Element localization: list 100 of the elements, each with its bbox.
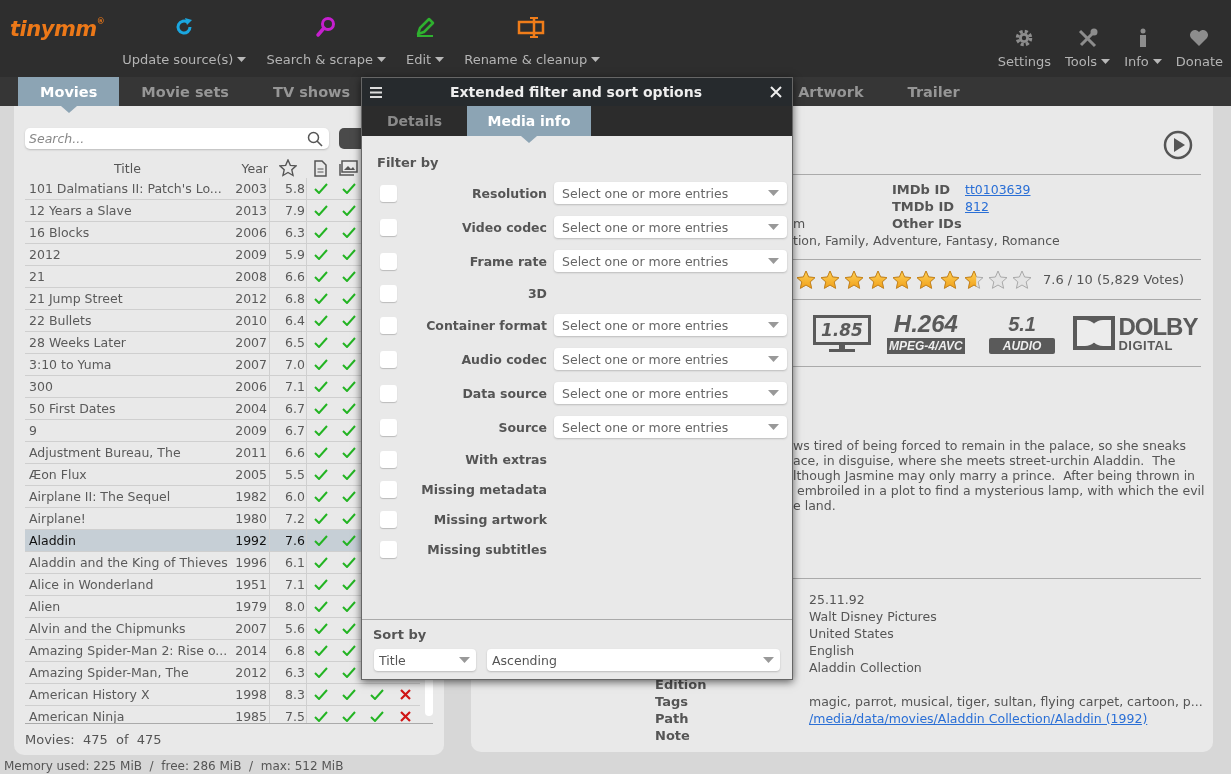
table-cell-text: 300 [28, 379, 54, 394]
table-cell-text: 8.0 [284, 597, 306, 616]
tab-pointer-icon [521, 136, 537, 143]
dropdown[interactable]: Select one or more entries [554, 416, 787, 438]
checkbox[interactable] [380, 350, 397, 368]
table-cell-text: 8.3 [284, 685, 306, 704]
filter-label: Source [497, 419, 547, 435]
checkbox[interactable] [380, 218, 397, 236]
table-cell-text: 7.0 [284, 355, 306, 374]
checkbox[interactable] [380, 450, 397, 468]
plot-text: ace, in disguise, where she meets street-urchin Aladdin. The [793, 453, 1177, 468]
checkbox[interactable] [380, 480, 397, 498]
section-heading: Filter by [377, 155, 440, 170]
video-codec-badge: H.264 MPEG-4/AVC [886, 312, 965, 354]
heart-icon [1189, 29, 1210, 47]
menu-icon[interactable] [370, 86, 382, 98]
field-value: 25.11.92 [809, 591, 866, 608]
tab[interactable]: Details [362, 106, 467, 136]
audio-channels-badge: 5.1 AUDIO [988, 312, 1056, 354]
caret-icon [768, 356, 779, 362]
checkbox[interactable] [380, 284, 397, 302]
caret-icon [768, 190, 779, 196]
table-cell: 2006 [230, 221, 270, 244]
toolbar-button[interactable]: Edit [406, 0, 445, 77]
table-cell-text: Aladdin and the King of Thieves [28, 555, 229, 570]
detail-text: m [793, 215, 807, 232]
caret-icon [768, 424, 779, 430]
id-label: IMDb ID [892, 181, 952, 198]
tab[interactable]: Artwork [798, 77, 886, 106]
column-header[interactable]: Year [230, 160, 270, 176]
search-icon [315, 16, 338, 38]
tab[interactable]: Movie sets [119, 77, 251, 106]
table-cell-text: 6.7 [284, 399, 306, 418]
checkbox[interactable] [380, 418, 397, 436]
column-header[interactable]: Title [25, 160, 230, 176]
toolbar-button[interactable]: Tools [1065, 0, 1111, 77]
checkbox[interactable] [380, 184, 397, 202]
table-cell-text: 6.3 [284, 223, 306, 242]
play-icon[interactable] [1163, 130, 1193, 160]
table-cell: 1982 [230, 485, 270, 508]
dropdown[interactable]: Select one or more entries [554, 250, 787, 272]
toolbar-button[interactable]: Donate [1175, 0, 1223, 77]
table-cell-text: 3:10 to Yuma [28, 357, 113, 372]
table-cell-text: 50 First Dates [28, 401, 117, 416]
toolbar-button[interactable]: Settings [997, 0, 1052, 77]
dropdown[interactable]: Select one or more entries [554, 182, 787, 204]
close-icon[interactable] [770, 86, 782, 98]
filter-label: With extras [464, 451, 547, 467]
toolbar-button[interactable]: Update source(s) [122, 0, 247, 77]
table-cell: 1979 [230, 595, 270, 618]
id-link[interactable]: 812 [965, 198, 1201, 215]
table-cell: 2012 [230, 287, 270, 310]
tab[interactable]: TV shows [251, 77, 373, 106]
info-icon [1137, 28, 1148, 48]
toolbar-button[interactable]: Rename & cleanup [464, 0, 601, 77]
caret-icon [768, 322, 779, 328]
genres-text: tion, Family, Adventure, Fantasy, Romance [793, 232, 1061, 249]
table-cell-text: 6.7 [284, 421, 306, 440]
id-link[interactable]: tt0103639 [965, 181, 1201, 198]
dropdown[interactable]: Select one or more entries [554, 382, 787, 404]
app-logo: tinymm$^{®}$ [10, 17, 105, 41]
table-row[interactable]: American Ninja 1985 7.5 [25, 706, 420, 723]
table-cell: 2010 [230, 309, 270, 332]
dropdown[interactable]: Select one or more entries [554, 216, 787, 238]
table-cell-text: 6.0 [284, 487, 306, 506]
search-field[interactable]: Search... [25, 128, 329, 149]
dropdown[interactable]: Ascending [487, 649, 780, 671]
field-value: United States [809, 625, 895, 642]
dropdown[interactable]: Select one or more entries [554, 348, 787, 370]
table-cell-text: Amazing Spider-Man, The [28, 665, 190, 680]
table-cell-text: Alice in Wonderland [28, 577, 155, 592]
toolbar-button[interactable]: Info [1124, 0, 1162, 77]
table-cell: 2009 [230, 419, 270, 442]
table-cell: 1951 [230, 573, 270, 596]
table-cell: 2007 [230, 617, 270, 640]
field-value: Aladdin Collection [809, 659, 923, 676]
table-cell-text: Alien [28, 599, 62, 614]
dropdown[interactable]: Select one or more entries [554, 314, 787, 336]
field-label: Tags [655, 693, 689, 710]
dropdown[interactable]: Title [374, 649, 476, 671]
checkbox[interactable] [380, 510, 397, 528]
table-row[interactable]: American History X 1998 8.3 [25, 684, 420, 706]
table-cell-text: 21 [28, 269, 46, 284]
id-label: Other IDs [892, 215, 963, 232]
toolbar-button[interactable]: Search & scrape [266, 0, 386, 77]
checkbox[interactable] [380, 252, 397, 270]
checkbox[interactable] [380, 316, 397, 334]
table-cell: 2005 [230, 463, 270, 486]
filter-label: Container format [425, 317, 547, 333]
table-cell-text: 22 Bullets [28, 313, 93, 328]
path-link[interactable]: /media/data/movies/Aladdin Collection/Aladdin (1992) [809, 710, 1213, 727]
checkbox[interactable] [380, 384, 397, 402]
field-label: Path [655, 710, 690, 727]
table-cell: 2003 [230, 178, 270, 200]
checkbox[interactable] [380, 540, 397, 558]
table-cell: 2008 [230, 265, 270, 288]
tab[interactable]: Trailer [907, 77, 982, 106]
table-cell: 2004 [230, 397, 270, 420]
table-cell-text: 6.6 [284, 443, 306, 462]
movie-count: Movies: 475 of 475 [25, 732, 163, 747]
